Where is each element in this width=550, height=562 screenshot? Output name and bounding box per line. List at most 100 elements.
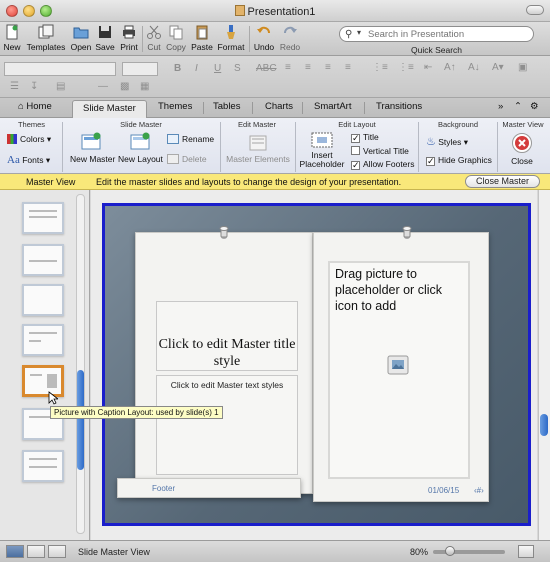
ribbon-settings-gear-icon[interactable]: ⚙	[530, 101, 539, 112]
ribbon-overflow-icon[interactable]: »	[498, 101, 503, 112]
picture-placeholder[interactable]: Drag picture to placeholder or click ico…	[328, 261, 470, 479]
italic-icon[interactable]: I	[195, 63, 198, 74]
delete-button[interactable]: Delete	[167, 154, 207, 164]
fonts-button[interactable]: Aa Fonts ▾	[7, 154, 50, 166]
background-styles-button[interactable]: ♨ Styles ▾	[426, 135, 468, 148]
canvas-scrollbar-track[interactable]	[538, 190, 550, 540]
allow-footers-checkbox[interactable]: ✓ Allow Footers	[351, 159, 415, 170]
tab-charts[interactable]: Charts	[265, 101, 293, 112]
text-placeholder[interactable]: Click to edit Master text styles	[156, 375, 298, 475]
close-master-button[interactable]: Close Master	[464, 175, 540, 188]
font-grow-icon[interactable]: A↑	[444, 62, 456, 73]
paste-button[interactable]: Paste	[190, 24, 214, 52]
right-photo-card: Drag picture to placeholder or click ico…	[313, 232, 489, 502]
print-button[interactable]: Print	[118, 24, 140, 52]
save-button[interactable]: Save	[95, 24, 115, 52]
templates-button[interactable]: Templates	[24, 24, 68, 52]
rename-button[interactable]: Rename	[167, 134, 214, 144]
layout-thumbnail[interactable]	[22, 324, 64, 356]
new-master-icon	[81, 132, 101, 150]
line-spacing-icon[interactable]: ☰	[10, 81, 19, 92]
strikethrough-icon[interactable]: ABC	[256, 63, 277, 74]
search-box[interactable]: ⚲ ▾	[339, 26, 534, 42]
shape-line-icon[interactable]: —	[98, 81, 108, 92]
decrease-indent-icon[interactable]: ⇤	[424, 62, 432, 73]
tab-transitions[interactable]: Transitions	[376, 101, 422, 112]
zoom-slider-knob[interactable]	[444, 546, 455, 556]
insert-picture-icon[interactable]	[387, 355, 409, 375]
slide-layout-canvas[interactable]: Click to edit Master title style Click t…	[102, 203, 531, 526]
align-center-icon[interactable]: ≡	[305, 62, 311, 73]
tab-slide-master[interactable]: Slide Master	[72, 100, 147, 118]
justify-icon[interactable]: ≡	[345, 62, 351, 73]
rename-icon	[167, 134, 179, 144]
checkmark-icon: ✓	[351, 160, 360, 170]
normal-view-button[interactable]	[6, 545, 24, 558]
redo-button[interactable]: Redo	[279, 24, 301, 52]
master-elements-button[interactable]: Master Elements	[226, 134, 290, 164]
font-size-field[interactable]	[122, 62, 158, 76]
numbering-icon[interactable]: ⋮≡	[398, 62, 414, 73]
tab-separator	[203, 102, 204, 114]
title-checkbox[interactable]: ✓ Title	[351, 132, 379, 143]
tab-smartart[interactable]: SmartArt	[314, 101, 351, 112]
bullets-icon[interactable]: ⋮≡	[372, 62, 388, 73]
align-left-icon[interactable]: ≡	[285, 62, 291, 73]
search-icon: ⚲	[345, 29, 353, 40]
align-right-icon[interactable]: ≡	[325, 62, 331, 73]
copy-button[interactable]: Copy	[165, 24, 187, 52]
slide-sorter-view-button[interactable]	[27, 545, 45, 558]
toolbar-toggle-button[interactable]	[526, 5, 544, 15]
undo-button[interactable]: Undo	[252, 24, 276, 52]
collapse-ribbon-icon[interactable]: ⌃	[514, 101, 522, 112]
underline-icon[interactable]: U	[214, 63, 221, 74]
footer-placeholder[interactable]: Footer	[152, 484, 175, 493]
new-layout-button[interactable]: New Layout	[118, 132, 163, 164]
delete-icon	[167, 154, 179, 164]
paste-icon	[194, 24, 210, 40]
thumbnail-line	[29, 466, 57, 468]
layout-thumbnail[interactable]	[22, 202, 64, 234]
insert-placeholder-button[interactable]: Insert Placeholder	[298, 131, 346, 169]
columns-icon[interactable]: ▤	[56, 81, 65, 92]
thumbnail-scrollbar-track[interactable]	[76, 194, 85, 534]
search-dropdown-icon[interactable]: ▾	[357, 28, 361, 37]
search-input[interactable]	[368, 28, 518, 40]
zoom-slider-track[interactable]	[433, 550, 505, 554]
thumbnail-line	[29, 332, 57, 334]
tab-tables[interactable]: Tables	[213, 101, 240, 112]
slide-number-placeholder[interactable]: ‹#›	[474, 486, 484, 495]
open-button[interactable]: Open	[70, 24, 92, 52]
arrange-icon[interactable]: ▩	[120, 81, 129, 92]
unchecked-box-icon	[351, 146, 360, 155]
text-color-icon[interactable]: A▾	[492, 62, 504, 73]
master-elements-icon	[249, 135, 267, 151]
close-master-view-button[interactable]: Close	[505, 132, 539, 166]
vertical-title-checkbox[interactable]: Vertical Title	[351, 146, 409, 156]
title-bar: Presentation1	[0, 0, 550, 22]
title-placeholder[interactable]: Click to edit Master title style	[156, 301, 298, 371]
slide-show-view-button[interactable]	[48, 545, 66, 558]
new-master-button[interactable]: New Master	[70, 132, 115, 164]
bold-icon[interactable]: B	[174, 63, 181, 74]
thumbnail-scrollbar-thumb[interactable]	[77, 370, 84, 470]
layout-thumbnail[interactable]	[22, 244, 64, 276]
fit-to-window-button[interactable]	[518, 545, 534, 558]
shape-style-icon[interactable]: ▦	[140, 81, 149, 92]
tab-home[interactable]: ⌂ Home	[18, 101, 52, 112]
hide-graphics-checkbox[interactable]: ✓ Hide Graphics	[426, 155, 492, 166]
date-placeholder[interactable]: 01/06/15	[428, 486, 459, 495]
colors-button[interactable]: Colors ▾	[7, 134, 51, 145]
font-shrink-icon[interactable]: A↓	[468, 62, 480, 73]
tab-themes[interactable]: Themes	[158, 101, 192, 112]
new-button[interactable]: New	[3, 24, 21, 52]
layout-thumbnail[interactable]	[22, 284, 64, 316]
canvas-scrollbar-thumb[interactable]	[540, 414, 548, 436]
highlight-icon[interactable]: ▣	[518, 62, 527, 73]
format-painter-button[interactable]: Format	[216, 24, 246, 52]
layout-thumbnail[interactable]	[22, 450, 64, 482]
shadow-icon[interactable]: S	[234, 63, 241, 74]
font-name-field[interactable]	[4, 62, 116, 76]
text-direction-icon[interactable]: ↧	[30, 81, 38, 92]
cut-button[interactable]: Cut	[145, 24, 163, 52]
